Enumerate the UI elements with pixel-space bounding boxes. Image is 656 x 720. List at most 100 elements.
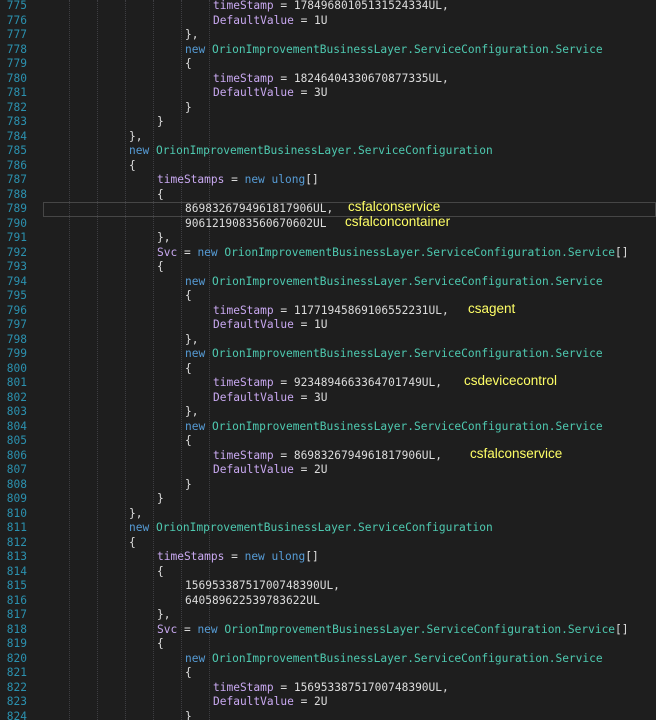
line-number: 807 <box>6 463 27 476</box>
code-line[interactable]: 818 Svc = new OrionImprovementBusinessLay… <box>0 623 656 637</box>
code-line[interactable]: 788 { <box>0 188 656 202</box>
code-line[interactable]: 794 new OrionImprovementBusinessLayer.Ser… <box>0 275 656 289</box>
code-token: [] <box>615 245 629 259</box>
code-token: timeStamp <box>213 303 274 317</box>
code-token: DefaultValue <box>213 695 294 708</box>
code-token: new <box>244 550 272 563</box>
code-text: new OrionImprovementBusinessLayer.Servic… <box>185 420 603 434</box>
code-editor[interactable]: 775 timeStamp = 17849680105131524334UL, 77… <box>0 0 656 720</box>
line-number: 803 <box>6 405 27 418</box>
code-token: = 3U <box>293 86 328 99</box>
code-token: OrionImprovementBusinessLayer.ServiceCon… <box>155 521 493 534</box>
code-line[interactable]: 823 DefaultValue = 2U <box>0 695 656 709</box>
code-token: { <box>129 158 136 172</box>
code-token: OrionImprovementBusinessLayer.ServiceCon… <box>211 42 603 56</box>
code-line[interactable]: 775 timeStamp = 17849680105131524334UL, <box>0 0 656 13</box>
code-line[interactable]: 812 { <box>0 536 656 550</box>
code-line[interactable]: 779 { <box>0 57 656 71</box>
code-line[interactable]: 777}, <box>0 28 656 42</box>
code-token: OrionImprovementBusinessLayer.ServiceCon… <box>211 651 603 665</box>
code-line[interactable]: 791}, <box>0 231 656 245</box>
code-token: = 18246404330670877335UL, <box>273 71 449 85</box>
code-token: = 2U <box>293 695 328 708</box>
line-number: 784 <box>6 129 27 143</box>
code-text: 15695338751700748390UL, <box>185 579 340 593</box>
code-line[interactable]: 787 timeStamps = new ulong[] <box>0 173 656 187</box>
line-number: 775 <box>6 0 27 12</box>
code-token: timeStamp <box>213 448 274 462</box>
code-line[interactable]: 807 DefaultValue = 2U <box>0 463 656 477</box>
code-line[interactable]: 800 { <box>0 362 656 376</box>
code-token: ulong <box>271 173 306 186</box>
code-line[interactable]: 808} <box>0 478 656 492</box>
code-line[interactable]: 782} <box>0 101 656 115</box>
code-line[interactable]: 793 { <box>0 260 656 274</box>
code-token: = 3U <box>293 390 328 404</box>
code-line[interactable]: 811 new OrionImprovementBusinessLayer.Ser… <box>0 521 656 535</box>
code-text: { <box>157 565 164 579</box>
code-text: { <box>157 260 164 274</box>
code-text: { <box>129 536 136 550</box>
code-line[interactable]: 801 timeStamp = 9234894663364701749UL, <box>0 376 656 390</box>
code-line[interactable]: 784}, <box>0 130 656 144</box>
code-token: }, <box>185 28 199 41</box>
code-line[interactable]: 804 new OrionImprovementBusinessLayer.Ser… <box>0 420 656 434</box>
code-line[interactable]: 803}, <box>0 405 656 419</box>
code-line[interactable]: 795 { <box>0 289 656 303</box>
code-line[interactable]: 813 timeStamps = new ulong[] <box>0 550 656 564</box>
code-line[interactable]: 817}, <box>0 608 656 622</box>
code-line[interactable]: 798}, <box>0 333 656 347</box>
line-number: 783 <box>6 115 27 128</box>
code-line[interactable]: 780 timeStamp = 18246404330670877335UL, <box>0 72 656 86</box>
code-text: 9061219083560670602UL <box>185 217 326 231</box>
code-line[interactable]: 786 { <box>0 159 656 173</box>
code-token: OrionImprovementBusinessLayer.ServiceCon… <box>155 144 493 157</box>
code-line[interactable]: 789 8698326794961817906UL, <box>0 202 656 216</box>
code-text: timeStamps = new ulong[] <box>157 173 319 187</box>
code-line[interactable]: 792 Svc = new OrionImprovementBusinessLay… <box>0 246 656 260</box>
code-line[interactable]: 816 640589622539783622UL <box>0 594 656 608</box>
code-line[interactable]: 785 new OrionImprovementBusinessLayer.Ser… <box>0 144 656 158</box>
code-text: timeStamp = 15695338751700748390UL, <box>213 681 449 695</box>
code-token: = <box>177 622 198 636</box>
line-number: 813 <box>6 550 27 563</box>
line-number: 786 <box>6 158 27 172</box>
code-line[interactable]: 809} <box>0 492 656 506</box>
code-line[interactable]: 783} <box>0 115 656 129</box>
code-line[interactable]: 814 { <box>0 565 656 579</box>
code-line[interactable]: 820 new OrionImprovementBusinessLayer.Ser… <box>0 652 656 666</box>
code-token: timeStamps <box>157 550 225 563</box>
code-line[interactable]: 822 timeStamp = 15695338751700748390UL, <box>0 681 656 695</box>
code-token: = 9234894663364701749UL, <box>273 376 443 389</box>
code-line[interactable]: 810}, <box>0 507 656 521</box>
code-line[interactable]: 799 new OrionImprovementBusinessLayer.Ser… <box>0 347 656 361</box>
line-number: 788 <box>6 187 27 201</box>
code-line[interactable]: 824} <box>0 710 656 720</box>
line-number: 778 <box>6 42 27 56</box>
code-text: timeStamps = new ulong[] <box>157 550 319 564</box>
line-number: 781 <box>6 86 27 99</box>
line-number: 780 <box>6 71 27 85</box>
code-token: }, <box>185 405 199 418</box>
code-token: = 11771945869106552231UL, <box>273 303 449 317</box>
code-line[interactable]: 821 { <box>0 666 656 680</box>
code-text: DefaultValue = 2U <box>213 695 328 709</box>
code-line[interactable]: 781 DefaultValue = 3U <box>0 86 656 100</box>
code-line[interactable]: 797 DefaultValue = 1U <box>0 318 656 332</box>
code-line[interactable]: 776 DefaultValue = 1U <box>0 14 656 28</box>
code-token: = 17849680105131524334UL, <box>273 0 449 12</box>
code-token: = 1U <box>293 13 328 27</box>
code-text: timeStamp = 17849680105131524334UL, <box>213 0 449 13</box>
code-token: DefaultValue <box>213 86 294 99</box>
line-number: 787 <box>6 173 27 186</box>
code-line[interactable]: 796 timeStamp = 11771945869106552231UL, <box>0 304 656 318</box>
code-token: new <box>185 419 212 433</box>
code-line[interactable]: 778 new OrionImprovementBusinessLayer.Ser… <box>0 43 656 57</box>
code-token: } <box>185 709 192 720</box>
code-line[interactable]: 819 { <box>0 637 656 651</box>
code-line[interactable]: 815 15695338751700748390UL, <box>0 579 656 593</box>
code-token: } <box>185 100 192 114</box>
code-line[interactable]: 790 9061219083560670602UL <box>0 217 656 231</box>
code-line[interactable]: 802 DefaultValue = 3U <box>0 391 656 405</box>
code-token: }, <box>157 608 171 621</box>
